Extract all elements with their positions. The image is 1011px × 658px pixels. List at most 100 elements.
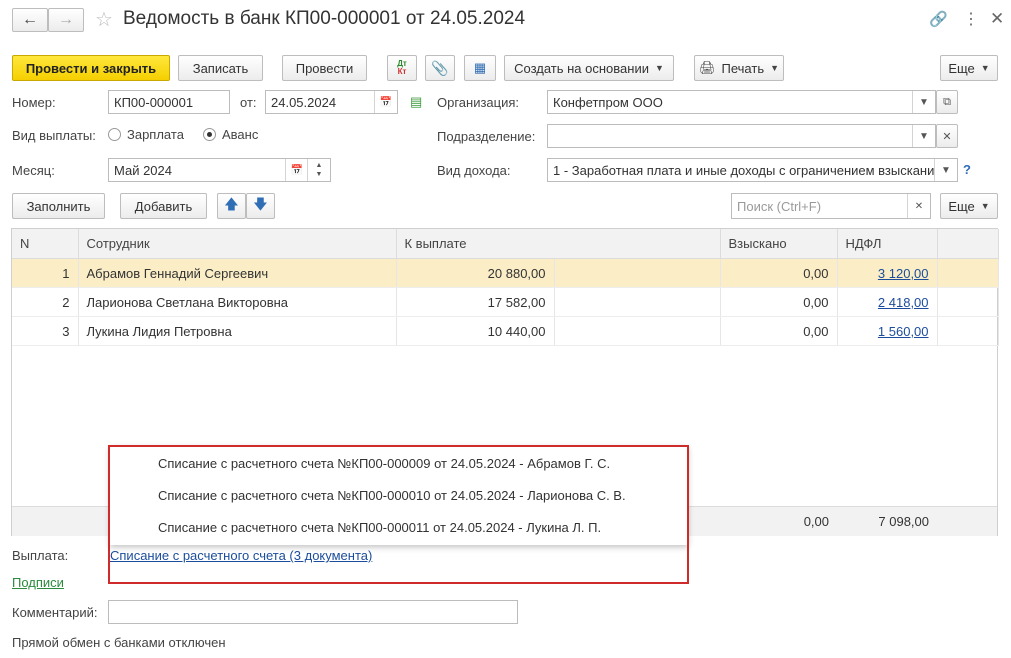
- employee-cell: Ларионова Светлана Викторовна: [78, 287, 397, 317]
- radio-advance-label: Аванс: [222, 127, 259, 142]
- save-button[interactable]: Записать: [178, 55, 263, 81]
- department-field[interactable]: ▼: [547, 124, 936, 148]
- ndfl-link[interactable]: 2 418,00: [878, 295, 929, 310]
- chevron-down-icon[interactable]: ▼: [912, 91, 935, 113]
- date-value: 24.05.2024: [271, 94, 337, 110]
- table-more-button[interactable]: Еще ▼: [940, 193, 998, 219]
- chevron-down-icon[interactable]: ▼: [912, 125, 935, 147]
- calendar-icon[interactable]: 📅: [374, 91, 397, 113]
- calendar-icon[interactable]: 📅: [285, 159, 308, 181]
- paperclip-icon: 📎: [431, 59, 449, 76]
- column-header-employee[interactable]: Сотрудник: [78, 229, 397, 259]
- column-header-n[interactable]: N: [12, 229, 79, 259]
- ndfl-link[interactable]: 3 120,00: [878, 266, 929, 281]
- number-field[interactable]: КП00-000001: [108, 90, 230, 114]
- employee-cell: Абрамов Геннадий Сергеевич: [78, 258, 397, 288]
- payment-label: Выплата:: [12, 548, 69, 563]
- dt-kt-icon: Дт Кт: [397, 59, 407, 76]
- back-button[interactable]: ←: [12, 8, 48, 32]
- print-label: Печать: [721, 60, 765, 76]
- income-type-value: 1 - Заработная плата и иные доходы с огр…: [553, 162, 934, 178]
- hierarchy-icon: ▦: [473, 60, 487, 75]
- chevron-down-icon[interactable]: ▼: [934, 159, 957, 181]
- department-label: Подразделение:: [437, 129, 536, 144]
- column-header-ndfl[interactable]: НДФЛ: [837, 229, 938, 259]
- bank-exchange-status: Прямой обмен с банками отключен: [12, 635, 226, 650]
- month-value: Май 2024: [114, 162, 172, 178]
- table-row[interactable]: 3 Лукина Лидия Петровна 10 440,00 0,00 1…: [12, 316, 999, 346]
- help-icon[interactable]: ?: [963, 162, 971, 177]
- clear-department-button[interactable]: ✕: [936, 124, 958, 148]
- date-field[interactable]: 24.05.2024 📅: [265, 90, 398, 114]
- empty-cell: [554, 258, 721, 288]
- move-up-button[interactable]: 🡅: [217, 193, 246, 219]
- total-collected: 0,00: [803, 514, 829, 529]
- payment-type-label: Вид выплаты:: [12, 128, 96, 143]
- more-button[interactable]: Еще ▼: [940, 55, 998, 81]
- month-label: Месяц:: [12, 163, 55, 178]
- close-icon[interactable]: ✕: [990, 9, 1004, 29]
- month-field[interactable]: Май 2024 📅 ▲ ▼: [108, 158, 331, 182]
- organization-label: Организация:: [437, 95, 520, 110]
- page-title: Ведомость в банк КП00-000001 от 24.05.20…: [123, 8, 526, 29]
- empty-cell: [554, 316, 721, 346]
- ndfl-link[interactable]: 1 560,00: [878, 324, 929, 339]
- month-spinner[interactable]: ▲ ▼: [307, 159, 330, 181]
- table-row[interactable]: 1 Абрамов Геннадий Сергеевич 20 880,00 0…: [12, 258, 999, 288]
- number-value: КП00-000001: [114, 94, 194, 110]
- search-input[interactable]: Поиск (Ctrl+F) ✕: [731, 193, 931, 219]
- collected-cell: 0,00: [720, 316, 838, 346]
- comment-label: Комментарий:: [12, 605, 98, 620]
- radio-advance[interactable]: Аванс: [203, 127, 258, 142]
- move-down-button[interactable]: 🡇: [246, 193, 275, 219]
- clear-icon: ✕: [942, 130, 952, 143]
- post-button[interactable]: Провести: [282, 55, 367, 81]
- add-button[interactable]: Добавить: [120, 193, 207, 219]
- forward-button[interactable]: →: [48, 8, 84, 32]
- chevron-down-icon: ▼: [980, 63, 990, 73]
- income-type-field[interactable]: 1 - Заработная плата и иные доходы с огр…: [547, 158, 958, 182]
- collected-cell: 0,00: [720, 287, 838, 317]
- signatures-link[interactable]: Подписи: [12, 575, 64, 590]
- star-icon[interactable]: ☆: [95, 7, 113, 32]
- number-label: Номер:: [12, 95, 56, 110]
- post-and-close-button[interactable]: Провести и закрыть: [12, 55, 170, 81]
- table-row[interactable]: 2 Ларионова Светлана Викторовна 17 582,0…: [12, 287, 999, 317]
- empty-cell: [937, 258, 999, 288]
- attach-button[interactable]: 📎: [425, 55, 455, 81]
- chevron-down-icon: ▼: [980, 201, 990, 211]
- chevron-down-icon: ▼: [770, 63, 780, 73]
- table-more-label: Еще: [948, 198, 975, 214]
- organization-field[interactable]: Конфетпром ООО ▼: [547, 90, 936, 114]
- radio-salary[interactable]: Зарплата: [108, 127, 184, 142]
- dt-kt-button[interactable]: Дт Кт: [387, 55, 417, 81]
- chevron-down-icon: ▼: [654, 63, 664, 73]
- row-number: 2: [12, 287, 79, 317]
- arrow-up-icon: 🡅: [224, 196, 239, 212]
- total-ndfl: 7 098,00: [878, 514, 929, 529]
- more-vertical-icon[interactable]: ⋮: [963, 9, 979, 29]
- create-based-button[interactable]: Создать на основании ▼: [504, 55, 674, 81]
- fill-button[interactable]: Заполнить: [12, 193, 105, 219]
- income-type-label: Вид дохода:: [437, 163, 511, 178]
- link-icon[interactable]: 🔗: [929, 10, 948, 28]
- table-header-row: N Сотрудник К выплате Взыскано НДФЛ: [12, 229, 999, 259]
- pay-cell: 20 880,00: [396, 258, 555, 288]
- print-button[interactable]: 🖨 Печать ▼: [694, 55, 784, 81]
- employee-cell: Лукина Лидия Петровна: [78, 316, 397, 346]
- more-label: Еще: [948, 60, 975, 76]
- clear-search-icon[interactable]: ✕: [907, 194, 930, 218]
- arrow-right-icon: →: [58, 11, 74, 28]
- column-header-collected[interactable]: Взыскано: [720, 229, 838, 259]
- row-number: 3: [12, 316, 79, 346]
- empty-cell: [937, 316, 999, 346]
- structure-button[interactable]: ▦: [464, 55, 496, 81]
- column-header-pay[interactable]: К выплате: [396, 229, 721, 259]
- comment-field[interactable]: [108, 600, 518, 624]
- column-header-empty: [937, 229, 999, 259]
- radio-unchecked-icon: [108, 128, 121, 141]
- open-organization-button[interactable]: ⧉: [936, 90, 958, 114]
- document-status-icon[interactable]: ▤: [410, 94, 422, 110]
- payroll-table[interactable]: N Сотрудник К выплате Взыскано НДФЛ 1 Аб…: [12, 229, 999, 346]
- date-label: от:: [240, 95, 257, 110]
